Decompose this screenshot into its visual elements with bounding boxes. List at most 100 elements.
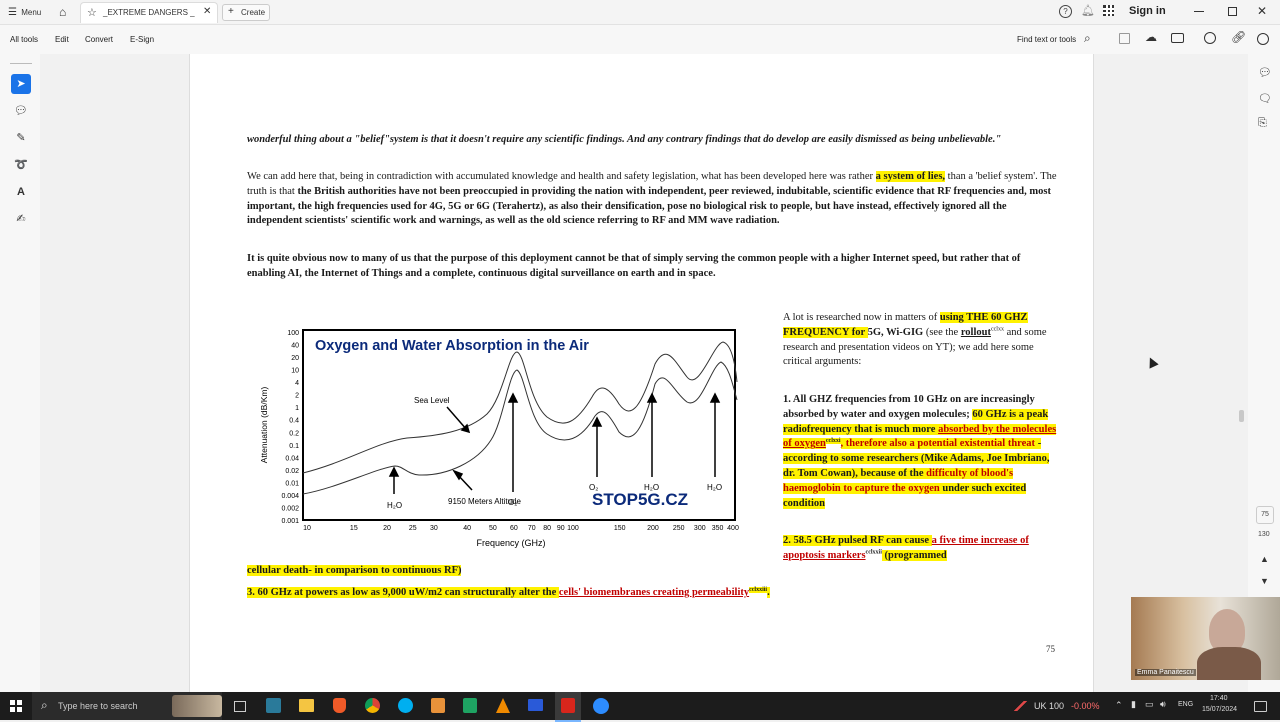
- footnote-ref[interactable]: cclxxii: [866, 549, 882, 555]
- sign-tool-icon[interactable]: ✍︎: [11, 209, 31, 229]
- page-up-icon[interactable]: ▲: [1260, 554, 1269, 564]
- y-tick-label: 0.01: [285, 480, 299, 487]
- app-icon-chrome[interactable]: [365, 698, 380, 713]
- webcam-name-label: Emma Panaitescu: [1135, 669, 1196, 676]
- comments-panel-icon[interactable]: 💬︎: [1258, 66, 1272, 79]
- footnote-ref[interactable]: cclxxi: [825, 437, 841, 444]
- footnote-ref[interactable]: cclxxiii: [749, 586, 768, 593]
- y-tick-label: 20: [291, 355, 299, 362]
- x-tick-label: 400: [727, 525, 739, 532]
- close-tab-icon[interactable]: ✕: [203, 6, 211, 17]
- comment-tool-icon[interactable]: 💬︎: [11, 101, 31, 121]
- x-tick-label: 80: [543, 525, 551, 532]
- task-view-icon[interactable]: [234, 701, 246, 712]
- create-button[interactable]: + Create: [222, 4, 270, 21]
- print-icon[interactable]: [1171, 33, 1184, 43]
- text-run: A lot is researched now in matters of: [783, 312, 940, 323]
- text-run: (see the: [923, 326, 961, 338]
- paragraph-purpose: It is quite obvious now to many of us th…: [247, 253, 1021, 279]
- biomembranes-link[interactable]: cells' biomembranes creating permeabilit…: [559, 587, 749, 598]
- star-icon[interactable]: ☆: [87, 6, 97, 19]
- menu-edit[interactable]: Edit: [55, 35, 69, 44]
- tray-icon[interactable]: ▮: [1131, 699, 1136, 710]
- home-icon[interactable]: ⌂: [59, 5, 66, 19]
- text-bold: the British authorities have not been pr…: [247, 185, 1051, 227]
- more-icon[interactable]: [1257, 33, 1269, 45]
- clock-date[interactable]: 15/07/2024: [1202, 706, 1237, 713]
- annotation-h2o-325ghz: H₂O: [707, 483, 722, 492]
- menu-e-sign[interactable]: E-Sign: [130, 35, 154, 44]
- pen-tool-icon[interactable]: ✎: [11, 128, 31, 148]
- annotation-o2-118ghz: O₂: [589, 483, 598, 492]
- select-tool-icon[interactable]: ➤: [11, 74, 31, 94]
- notifications-icon[interactable]: [1254, 701, 1267, 712]
- app-icon-acrobat-active[interactable]: [555, 692, 581, 722]
- chevron-up-icon[interactable]: ⌃: [1115, 700, 1123, 711]
- apps-grid-icon[interactable]: [1103, 5, 1114, 16]
- menu-all-tools[interactable]: All tools: [10, 35, 38, 44]
- minimize-icon[interactable]: [1194, 11, 1204, 12]
- network-icon[interactable]: ▭: [1145, 699, 1154, 710]
- app-icon-sheets[interactable]: [463, 698, 477, 713]
- annotation-sea-level: Sea Level: [414, 396, 450, 405]
- upload-cloud-icon[interactable]: ☁: [1145, 30, 1157, 44]
- pages-panel-icon[interactable]: ⎘: [1258, 117, 1267, 130]
- rollout-link[interactable]: rollout: [961, 327, 991, 338]
- app-icon-vlc[interactable]: [496, 698, 510, 713]
- highlight-cellular-death: cellular death- in comparison to continu…: [247, 565, 462, 576]
- x-tick-label: 350: [712, 525, 724, 532]
- sign-in-button[interactable]: Sign in: [1129, 5, 1166, 17]
- left-tool-rail: ➤ 💬︎ ✎ ➰ A ✍︎: [0, 54, 40, 692]
- x-tick-label: 300: [694, 525, 706, 532]
- annotation-h2o-183ghz: H₂O: [644, 483, 659, 492]
- app-icon-mail[interactable]: [528, 699, 543, 711]
- text-5g-wigig: 5G, Wi-GIG: [867, 326, 924, 338]
- highlight-point3: 3. 60 GHz at powers as low as 9,000 uW/m…: [247, 587, 559, 598]
- x-tick-label: 30: [430, 525, 438, 532]
- y-tick-label: 0.04: [285, 455, 299, 462]
- app-icon-files[interactable]: [299, 699, 314, 712]
- highlight-lies: a system of lies,: [875, 171, 946, 182]
- volume-icon[interactable]: 🔊︎: [1160, 699, 1166, 710]
- y-tick-label: 0.4: [289, 418, 299, 425]
- annotation-o2-60ghz: O₂: [508, 498, 517, 507]
- help-icon[interactable]: ?: [1059, 5, 1072, 18]
- close-window-icon[interactable]: ✕: [1257, 4, 1267, 18]
- search-highlight-image: [172, 695, 222, 717]
- x-tick-label: 250: [673, 525, 685, 532]
- market-label[interactable]: UK 100: [1034, 701, 1064, 711]
- y-tick-label: 0.001: [281, 518, 299, 525]
- highlight-threat: , therefore also a potential existential…: [840, 438, 1036, 450]
- app-icon-archive[interactable]: [431, 698, 445, 713]
- footnote-ref[interactable]: cclxx: [991, 326, 1004, 332]
- y-axis-label: Attenuation (dB/Km): [259, 387, 269, 464]
- find-text-label[interactable]: Find text or tools: [1017, 35, 1076, 44]
- page-down-icon[interactable]: ▼: [1260, 576, 1269, 586]
- page-indicator: 75: [1256, 506, 1274, 524]
- menu-label: Menu: [21, 8, 42, 17]
- language-label[interactable]: ENG: [1178, 701, 1193, 708]
- bookmark-panel-icon[interactable]: 🗨︎: [1258, 92, 1272, 105]
- notification-icon[interactable]: 🔔︎: [1081, 4, 1095, 17]
- text-tool-icon[interactable]: A: [11, 182, 31, 202]
- save-icon[interactable]: [1119, 33, 1130, 44]
- ai-assistant-icon[interactable]: [1204, 32, 1216, 44]
- app-icon-skype[interactable]: [398, 698, 413, 713]
- lasso-tool-icon[interactable]: ➰: [11, 155, 31, 175]
- menu-button[interactable]: ☰ Menu: [8, 7, 41, 18]
- create-label: Create: [241, 8, 266, 17]
- paragraph-cellular-death: cellular death- in comparison to continu…: [247, 564, 1047, 579]
- scrollbar-thumb[interactable]: [1239, 410, 1244, 422]
- windows-start-icon[interactable]: [10, 700, 22, 712]
- app-icon-zoom[interactable]: [593, 698, 609, 714]
- link-icon[interactable]: 🔗︎: [1231, 30, 1246, 44]
- x-tick-label: 10: [303, 525, 311, 532]
- menu-convert[interactable]: Convert: [85, 35, 113, 44]
- clock-time[interactable]: 17:40: [1210, 695, 1228, 702]
- app-icon-editor[interactable]: [266, 698, 281, 713]
- restore-icon[interactable]: [1228, 7, 1237, 16]
- search-icon[interactable]: ⌕: [1084, 31, 1091, 46]
- document-tab[interactable]: ☆ _EXTREME DANGERS _ ✕: [80, 2, 218, 23]
- app-icon-brave[interactable]: [333, 698, 346, 713]
- y-tick-label: 10: [291, 368, 299, 375]
